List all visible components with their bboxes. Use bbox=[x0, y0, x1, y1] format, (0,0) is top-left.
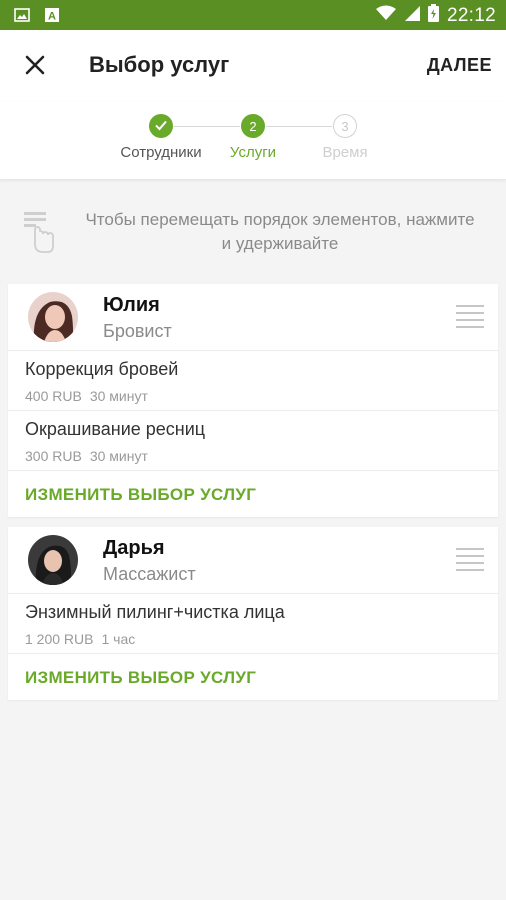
wifi-icon bbox=[375, 5, 396, 26]
page-title: Выбор услуг bbox=[89, 52, 230, 77]
step-label-employees: Сотрудники bbox=[120, 144, 202, 161]
service-meta: 300 RUB 30 минут bbox=[25, 448, 148, 464]
checkmark-icon bbox=[154, 118, 168, 135]
service-duration: 30 минут bbox=[89, 448, 148, 464]
gallery-notification-icon bbox=[14, 7, 30, 28]
service-price: 300 RUB bbox=[25, 448, 82, 464]
battery-icon bbox=[427, 4, 439, 27]
stepper: Сотрудники 2 Услуги 3 Время bbox=[0, 102, 506, 180]
employee-header: Дарья Массажист bbox=[8, 527, 498, 594]
change-services-label[interactable]: ИЗМЕНИТЬ ВЫБОР УСЛУГ bbox=[25, 668, 256, 688]
avatar bbox=[28, 292, 78, 342]
service-duration: 30 минут bbox=[89, 388, 148, 404]
service-price: 1 200 RUB bbox=[25, 631, 94, 647]
step-connector bbox=[266, 126, 332, 127]
close-button[interactable] bbox=[18, 48, 52, 82]
svg-text:A: A bbox=[48, 11, 56, 23]
reorder-hint: Чтобы перемещать порядок элементов, нажм… bbox=[0, 200, 506, 262]
app-notification-icon: A bbox=[44, 7, 60, 28]
change-services-button[interactable]: ИЗМЕНИТЬ ВЫБОР УСЛУГ bbox=[8, 471, 498, 517]
cell-signal-icon bbox=[404, 5, 420, 26]
employee-name: Дарья bbox=[103, 537, 165, 559]
step-label-services: Услуги bbox=[229, 144, 277, 161]
employee-card: Дарья Массажист Энзимный пилинг+чистка л… bbox=[8, 527, 498, 700]
change-services-button[interactable]: ИЗМЕНИТЬ ВЫБОР УСЛУГ bbox=[8, 654, 498, 700]
drag-handle-icon[interactable] bbox=[456, 548, 484, 576]
service-meta: 1 200 RUB 1 час bbox=[25, 631, 135, 647]
employee-card: Юлия Бровист Коррекция бровей 400 RUB 30 … bbox=[8, 284, 498, 517]
hint-text: Чтобы перемещать порядок элементов, нажм… bbox=[85, 210, 475, 253]
touch-hold-icon bbox=[22, 208, 56, 259]
drag-handle-icon[interactable] bbox=[456, 305, 484, 333]
step-number: 2 bbox=[249, 118, 257, 134]
step-1-done[interactable] bbox=[149, 114, 173, 138]
employee-header: Юлия Бровист bbox=[8, 284, 498, 351]
service-name: Энзимный пилинг+чистка лица bbox=[25, 602, 285, 622]
step-3-inactive[interactable]: 3 bbox=[333, 114, 357, 138]
step-2-active[interactable]: 2 bbox=[241, 114, 265, 138]
next-button[interactable]: ДАЛЕЕ bbox=[427, 55, 492, 76]
service-meta: 400 RUB 30 минут bbox=[25, 388, 148, 404]
service-item: Коррекция бровей 400 RUB 30 минут bbox=[8, 351, 498, 411]
step-connector bbox=[174, 126, 240, 127]
toolbar: Выбор услуг ДАЛЕЕ bbox=[0, 30, 506, 102]
change-services-label[interactable]: ИЗМЕНИТЬ ВЫБОР УСЛУГ bbox=[25, 485, 256, 505]
step-label-time: Время bbox=[322, 144, 368, 161]
service-name: Коррекция бровей bbox=[25, 359, 179, 379]
close-icon bbox=[18, 55, 52, 86]
service-item: Окрашивание ресниц 300 RUB 30 минут bbox=[8, 411, 498, 471]
service-name: Окрашивание ресниц bbox=[25, 419, 206, 439]
step-number: 3 bbox=[341, 118, 349, 134]
service-price: 400 RUB bbox=[25, 388, 82, 404]
employee-role: Бровист bbox=[103, 321, 172, 341]
avatar bbox=[28, 535, 78, 585]
service-item: Энзимный пилинг+чистка лица 1 200 RUB 1 ч… bbox=[8, 594, 498, 654]
employee-name: Юлия bbox=[103, 294, 160, 316]
status-bar: A 22:12 bbox=[0, 0, 506, 30]
employee-role: Массажист bbox=[103, 564, 196, 584]
status-time: 22:12 bbox=[446, 4, 496, 26]
service-duration: 1 час bbox=[101, 631, 136, 647]
